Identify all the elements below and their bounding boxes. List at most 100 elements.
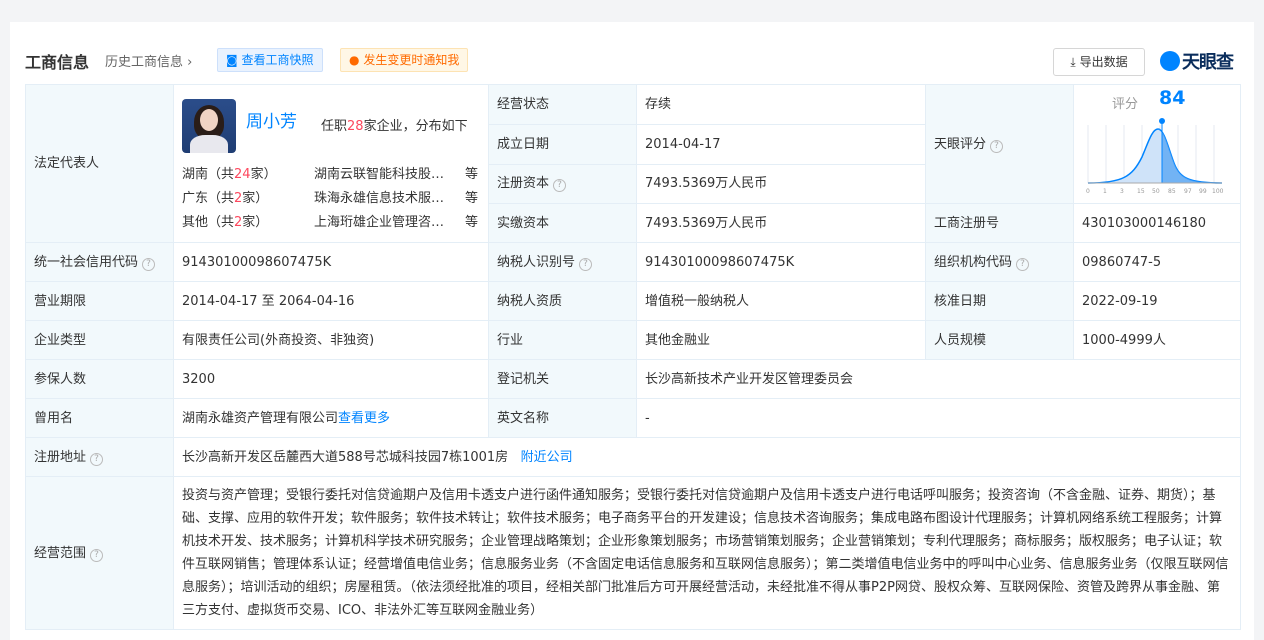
regno-label: 工商注册号	[925, 203, 1074, 243]
help-icon[interactable]: ?	[90, 452, 104, 466]
company-type-value: 有限责任公司(外商投资、非独资)	[173, 320, 489, 360]
help-icon[interactable]: ?	[1016, 257, 1030, 271]
region-more[interactable]: 等	[465, 213, 478, 232]
tianyancha-logo: 天眼查	[1160, 48, 1234, 74]
regcap-label-cell: 注册资本?	[488, 163, 637, 205]
rep-cell: 周小芳 任职28家企业，分布如下 湖南（共24家） 湖南云联智能科技股份有限公司…	[173, 84, 489, 243]
help-icon[interactable]: ?	[90, 548, 104, 562]
approval-date-value: 2022-09-19	[1073, 281, 1241, 321]
region-company[interactable]: 上海珩雄企业管理咨询有限公司	[314, 213, 456, 232]
history-label: 历史工商信息	[105, 55, 184, 70]
rep-name[interactable]: 周小芳	[246, 113, 297, 132]
axis-tick: 97	[1184, 188, 1192, 195]
address-value: 长沙高新开发区岳麓西大道588号芯城科技园7栋1001房	[182, 449, 509, 465]
region-suffix: 家）	[242, 215, 269, 230]
rep-label: 法定代表人	[25, 84, 174, 243]
axis-tick: 3	[1120, 188, 1124, 195]
reg-authority-value: 长沙高新技术产业开发区管理委员会	[636, 359, 1241, 399]
snapshot-label: 查看工商快照	[241, 53, 314, 67]
axis-tick: 100	[1212, 188, 1224, 195]
help-icon[interactable]: ?	[553, 179, 567, 193]
former-name-label: 曾用名	[25, 398, 174, 438]
score-label-cell: 天眼评分?	[925, 84, 1074, 204]
export-button[interactable]: ⤓ 导出数据	[1053, 48, 1145, 76]
help-icon[interactable]: ?	[579, 257, 593, 271]
help-icon[interactable]: ?	[990, 139, 1004, 153]
english-name-value: -	[636, 398, 1241, 438]
axis-tick: 1	[1103, 188, 1107, 195]
region-company[interactable]: 湖南云联智能科技股份有限公司	[314, 165, 456, 184]
region-name: 湖南（共	[182, 167, 235, 182]
rep-summary-post: 家企业，分布如下	[363, 119, 468, 134]
history-link[interactable]: 历史工商信息 ›	[105, 51, 192, 70]
help-icon[interactable]: ?	[142, 257, 156, 271]
section-title: 工商信息	[25, 53, 90, 72]
score-distribution-chart: 0 1 3 15 50 85 97 99 100	[1086, 118, 1224, 195]
region-more[interactable]: 等	[465, 189, 478, 208]
tax-qual-label: 纳税人资质	[488, 281, 637, 321]
export-label: 导出数据	[1079, 55, 1128, 69]
logo-text: 天眼查	[1182, 52, 1234, 73]
region-name: 其他（共	[182, 215, 235, 230]
status-value: 存续	[636, 83, 926, 126]
english-name-label: 英文名称	[488, 398, 637, 438]
section-header: 工商信息 历史工商信息 › ◙ 查看工商快照 ● 发生变更时通知我 ⤓ 导出数据…	[10, 22, 1254, 84]
axis-tick: 15	[1137, 188, 1145, 195]
notify-button[interactable]: ● 发生变更时通知我	[340, 48, 469, 72]
rep-region-row: 湖南（共24家） 湖南云联智能科技股份有限公司 等	[182, 165, 482, 185]
credit-code-value: 91430100098607475K	[173, 242, 489, 282]
notify-label: 发生变更时通知我	[363, 53, 460, 67]
staff-size-label: 人员规模	[925, 320, 1074, 360]
former-name-value: 湖南永雄资产管理有限公司	[182, 410, 339, 426]
scope-label: 经营范围	[34, 545, 87, 561]
score-label: 天眼评分	[934, 136, 987, 152]
reg-authority-label: 登记机关	[488, 359, 637, 399]
rep-region-row: 其他（共2家） 上海珩雄企业管理咨询有限公司 等	[182, 213, 482, 233]
paidcap-label: 实缴资本	[488, 203, 637, 243]
avatar[interactable]	[182, 99, 236, 153]
company-type-label: 企业类型	[25, 320, 174, 360]
region-label: 广东（共2家）	[182, 189, 268, 208]
found-date-value: 2014-04-17	[636, 124, 926, 165]
rep-summary-count: 28	[347, 119, 364, 134]
view-more-link[interactable]: 查看更多	[338, 411, 390, 426]
status-label: 经营状态	[488, 83, 637, 126]
snapshot-button[interactable]: ◙ 查看工商快照	[217, 48, 323, 72]
axis-tick: 50	[1152, 188, 1160, 195]
score-cell[interactable]: 评分 84 0 1 3 15 50 85 97 99 100	[1073, 84, 1241, 204]
rep-region-row: 广东（共2家） 珠海永雄信息技术服务有限公司 等	[182, 189, 482, 209]
found-date-label: 成立日期	[488, 124, 637, 165]
region-company[interactable]: 珠海永雄信息技术服务有限公司	[314, 189, 456, 208]
tax-qual-value: 增值税一般纳税人	[636, 281, 926, 321]
org-code-label: 组织机构代码	[934, 254, 1013, 270]
org-code-label-cell: 组织机构代码?	[925, 242, 1074, 282]
regcap-label: 注册资本	[497, 176, 550, 192]
region-more[interactable]: 等	[465, 165, 478, 184]
region-label: 湖南（共24家）	[182, 165, 277, 184]
axis-tick: 0	[1086, 188, 1090, 195]
regcap-value: 7493.5369万人民币	[636, 163, 926, 205]
taxid-label: 纳税人识别号	[497, 254, 576, 270]
nearby-companies-link[interactable]: 附近公司	[521, 450, 573, 465]
logo-mark-icon	[1160, 51, 1180, 71]
taxid-value: 91430100098607475K	[636, 242, 926, 282]
business-info-card: 工商信息 历史工商信息 › ◙ 查看工商快照 ● 发生变更时通知我 ⤓ 导出数据…	[10, 22, 1254, 640]
score-marker	[1159, 118, 1165, 124]
staff-size-value: 1000-4999人	[1073, 320, 1241, 360]
region-name: 广东（共	[182, 191, 235, 206]
scope-label-cell: 经营范围?	[25, 476, 174, 630]
bell-icon: ●	[349, 53, 360, 67]
region-suffix: 家）	[250, 167, 277, 182]
taxid-label-cell: 纳税人识别号?	[488, 242, 637, 282]
approval-date-label: 核准日期	[925, 281, 1074, 321]
term-label: 营业期限	[25, 281, 174, 321]
download-icon: ⤓	[1070, 55, 1076, 69]
rep-summary: 任职28家企业，分布如下	[321, 117, 468, 136]
address-cell: 长沙高新开发区岳麓西大道588号芯城科技园7栋1001房 附近公司	[173, 437, 1241, 477]
org-code-value: 09860747-5	[1073, 242, 1241, 282]
address-label-cell: 注册地址?	[25, 437, 174, 477]
industry-label: 行业	[488, 320, 637, 360]
former-name-cell: 湖南永雄资产管理有限公司查看更多	[173, 398, 489, 438]
term-value: 2014-04-17 至 2064-04-16	[173, 281, 489, 321]
scope-value: 投资与资产管理；受银行委托对信贷逾期户及信用卡透支户进行函件通知服务；受银行委托…	[173, 476, 1241, 630]
